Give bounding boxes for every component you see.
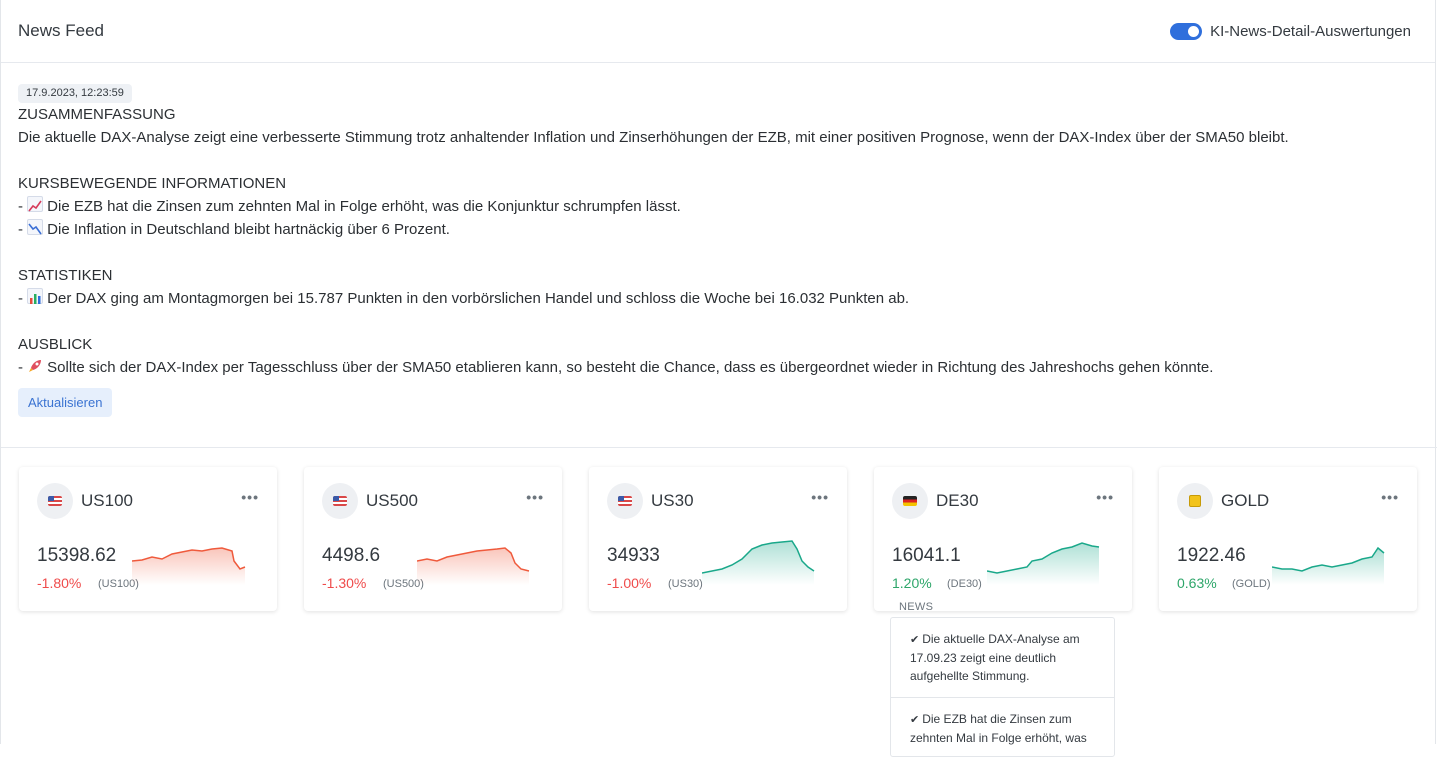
- sparkline-area: [987, 543, 1099, 585]
- sparkline-chart: [1272, 546, 1385, 585]
- news-item-text: Die aktuelle DAX-Analyse am 17.09.23 zei…: [910, 632, 1080, 683]
- instrument-tag: (DE30): [947, 578, 982, 590]
- gold-icon: [1177, 483, 1213, 519]
- info-heading: KURSBEWEGENDE INFORMATIONEN: [18, 175, 287, 192]
- stats-item-text: Der DAX ging am Montagmorgen bei 15.787 …: [47, 290, 910, 307]
- more-options-icon[interactable]: •••: [526, 489, 544, 505]
- sparkline-chart: [417, 547, 530, 585]
- outlook-item-text: Sollte sich der DAX-Index per Tagesschlu…: [47, 359, 1214, 376]
- summary-heading: ZUSAMMENFASSUNG: [18, 106, 176, 123]
- analysis-timestamp: 17.9.2023, 12:23:59: [18, 84, 132, 103]
- sparkline-area: [702, 541, 814, 585]
- news-feed-panel: News Feed KI-News-Detail-Auswertungen 17…: [0, 0, 1437, 757]
- instrument-card-gold[interactable]: GOLD ••• 1922.46 0.63% (GOLD): [1159, 467, 1417, 611]
- refresh-button[interactable]: Aktualisieren: [18, 388, 113, 417]
- ai-detail-toggle-group[interactable]: KI-News-Detail-Auswertungen: [1170, 22, 1411, 40]
- analysis-text: ZUSAMMENFASSUNG Die aktuelle DAX-Analyse…: [18, 103, 1418, 379]
- list-dash: -: [18, 359, 28, 376]
- us-flag-icon: [607, 483, 643, 519]
- instrument-symbol: US100: [81, 491, 133, 510]
- us-flag-icon: [322, 483, 358, 519]
- news-item[interactable]: ✔ Die EZB hat die Zinsen zum zehnten Mal …: [891, 698, 1114, 759]
- info-item: - Die EZB hat die Zinsen zum zehnten Mal…: [18, 195, 1418, 218]
- outlook-heading: AUSBLICK: [18, 336, 93, 353]
- more-options-icon[interactable]: •••: [241, 489, 259, 505]
- instrument-tag: (GOLD): [1232, 578, 1271, 590]
- check-icon: ✔: [910, 714, 920, 726]
- info-item-text: Die EZB hat die Zinsen zum zehnten Mal i…: [47, 198, 681, 215]
- instrument-price: 34933: [607, 545, 660, 566]
- chart-increasing-icon: [27, 196, 44, 212]
- info-item-text: Die Inflation in Deutschland bleibt hart…: [47, 221, 450, 238]
- sparkline-chart: [702, 540, 815, 585]
- instrument-symbol: US500: [366, 491, 418, 510]
- ai-detail-toggle-label: KI-News-Detail-Auswertungen: [1210, 22, 1411, 40]
- news-list: ✔ Die aktuelle DAX-Analyse am 17.09.23 ze…: [890, 617, 1115, 757]
- instrument-price: 16041.1: [892, 545, 961, 566]
- instrument-change: -1.80%: [37, 575, 82, 591]
- panel-title: News Feed: [18, 21, 104, 40]
- instrument-symbol: GOLD: [1221, 491, 1270, 510]
- news-label: NEWS: [899, 601, 934, 613]
- list-dash: -: [18, 221, 28, 238]
- us-flag-icon: [37, 483, 73, 519]
- news-item-text: Die EZB hat die Zinsen zum zehnten Mal i…: [910, 712, 1087, 745]
- info-item: - Die Inflation in Deutschland bleibt ha…: [18, 218, 1418, 241]
- sparkline-area: [132, 548, 245, 585]
- instrument-price: 4498.6: [322, 545, 381, 566]
- chart-decreasing-icon: [27, 219, 44, 235]
- more-options-icon[interactable]: •••: [1381, 489, 1399, 505]
- instrument-symbol: US30: [651, 491, 694, 510]
- check-icon: ✔: [910, 634, 920, 646]
- more-options-icon[interactable]: •••: [1096, 489, 1114, 505]
- instrument-card-us30[interactable]: US30 ••• 34933 -1.00% (US30): [589, 467, 847, 611]
- stats-item: - Der DAX ging am Montagmorgen bei 15.78…: [18, 287, 1418, 310]
- sparkline-area: [417, 548, 529, 585]
- rocket-icon: [27, 358, 43, 374]
- instrument-change: 1.20%: [892, 575, 932, 591]
- instrument-change: 0.63%: [1177, 575, 1217, 591]
- panel-header: News Feed KI-News-Detail-Auswertungen: [1, 0, 1435, 63]
- instrument-change: -1.30%: [322, 575, 367, 591]
- instrument-price: 15398.62: [37, 545, 117, 566]
- summary-text: Die aktuelle DAX-Analyse zeigt eine verb…: [18, 129, 1289, 146]
- stats-heading: STATISTIKEN: [18, 267, 113, 284]
- news-item[interactable]: ✔ Die aktuelle DAX-Analyse am 17.09.23 ze…: [891, 618, 1114, 698]
- instrument-change: -1.00%: [607, 575, 652, 591]
- outlook-item: - Sollte sich der DAX-Index per Tagessch…: [18, 356, 1418, 379]
- bar-chart-icon: [27, 288, 44, 304]
- instrument-card-us500[interactable]: US500 ••• 4498.6 -1.30% (US500): [304, 467, 562, 611]
- instrument-tag: (US30): [668, 578, 703, 590]
- more-options-icon[interactable]: •••: [811, 489, 829, 505]
- instrument-symbol: DE30: [936, 491, 979, 510]
- instrument-card-de30[interactable]: DE30 ••• 16041.1 1.20% (DE30): [874, 467, 1132, 611]
- sparkline-chart: [132, 547, 246, 585]
- instrument-card-us100[interactable]: US100 ••• 15398.62 -1.80% (US100): [19, 467, 277, 611]
- ai-analysis-feed: 17.9.2023, 12:23:59 ZUSAMMENFASSUNG Die …: [1, 63, 1435, 417]
- sparkline-chart: [987, 542, 1100, 585]
- list-dash: -: [18, 290, 28, 307]
- de-flag-icon: [892, 483, 928, 519]
- ai-detail-toggle[interactable]: [1170, 22, 1203, 40]
- section-divider: [1, 447, 1437, 448]
- instrument-price: 1922.46: [1177, 545, 1246, 566]
- list-dash: -: [18, 198, 28, 215]
